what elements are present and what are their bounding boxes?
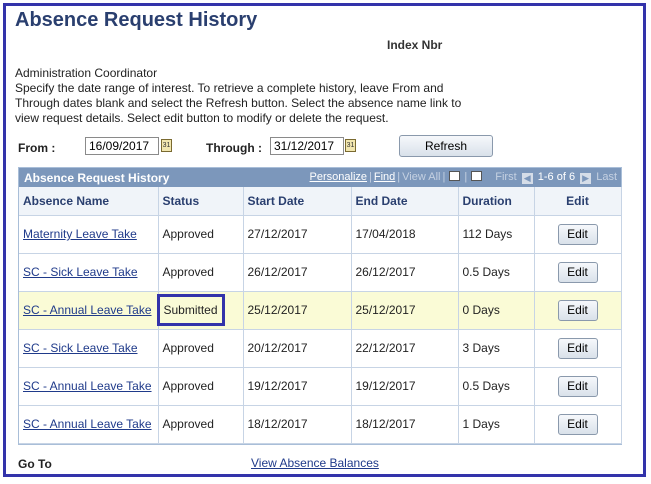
absence-name-cell: SC - Annual Leave Take [19,405,159,444]
edit-button[interactable]: Edit [557,223,598,245]
absence-name-cell: Maternity Leave Take [19,215,159,254]
table-row: SC - Annual Leave Take Submitted 25/12/2… [19,291,622,330]
status-cell: Approved [158,405,244,444]
view-absence-balances-link[interactable]: View Absence Balances [251,456,379,470]
edit-cell: Edit [534,215,622,254]
end-date-cell: 17/04/2018 [351,215,459,254]
edit-button[interactable]: Edit [557,299,598,321]
next-icon[interactable]: ▶ [580,173,592,184]
role-label: Administration Coordinator [15,66,158,80]
from-date-field[interactable] [85,137,159,155]
start-date-cell: 26/12/2017 [243,253,352,292]
absence-name-link[interactable]: Maternity Leave Take [23,227,137,241]
duration-cell: 3 Days [458,329,535,368]
column-header: Edit [534,187,622,216]
first-link[interactable]: First [495,171,516,183]
grid-header: Absence Request History Personalize | Find… [19,168,621,187]
absence-name-link[interactable]: SC - Sick Leave Take [23,265,138,279]
table-row: SC - Sick Leave Take Approved 26/12/2017… [19,253,622,292]
edit-cell: Edit [534,329,622,368]
start-date-cell: 18/12/2017 [243,405,352,444]
start-date-cell: 19/12/2017 [243,367,352,406]
edit-cell: Edit [534,253,622,292]
column-header[interactable]: End Date [351,187,459,216]
find-link[interactable]: Find [374,171,395,183]
from-label: From : [18,141,56,155]
page-title: Absence Request History [15,9,258,31]
absence-name-link[interactable]: SC - Annual Leave Take [23,379,152,393]
start-date-cell: 25/12/2017 [243,291,352,330]
edit-button[interactable]: Edit [557,413,598,435]
calendar-icon[interactable]: 31 [161,139,172,152]
column-header[interactable]: Start Date [243,187,352,216]
grid-title: Absence Request History [24,171,170,185]
table-row: SC - Annual Leave Take Approved 18/12/20… [19,405,622,444]
view-all-link[interactable]: View All [402,171,440,183]
status-cell: Approved [158,215,244,254]
through-label: Through : [206,141,262,155]
goto-label: Go To [18,457,52,471]
column-header[interactable]: Absence Name [19,187,159,216]
zoom-icon[interactable] [449,171,461,181]
duration-cell: 0.5 Days [458,253,535,292]
edit-button[interactable]: Edit [557,337,598,359]
last-link[interactable]: Last [596,171,617,183]
end-date-cell: 22/12/2017 [351,329,459,368]
absence-name-link[interactable]: SC - Sick Leave Take [23,341,138,355]
duration-cell: 0.5 Days [458,367,535,406]
through-date-field[interactable] [270,137,344,155]
edit-button[interactable]: Edit [557,261,598,283]
status-highlight: Submitted [156,294,225,326]
status-cell: Submitted [156,291,244,330]
edit-button[interactable]: Edit [557,375,598,397]
absence-name-link[interactable]: SC - Annual Leave Take [23,417,152,431]
duration-cell: 0 Days [458,291,535,330]
previous-icon[interactable]: ◀ [521,173,533,184]
table-row: Maternity Leave Take Approved 27/12/2017… [19,215,622,254]
status-cell: Approved [158,253,244,292]
start-date-cell: 20/12/2017 [243,329,352,368]
edit-cell: Edit [534,367,622,406]
absence-history-grid: Absence Request History Personalize | Find… [18,167,622,445]
column-header[interactable]: Status [158,187,244,216]
duration-cell: 112 Days [458,215,535,254]
edit-cell: Edit [534,291,622,330]
end-date-cell: 25/12/2017 [351,291,459,330]
absence-name-cell: SC - Sick Leave Take [19,253,159,292]
absence-name-cell: SC - Sick Leave Take [19,329,159,368]
index-nbr-label: Index Nbr [387,38,443,52]
status-cell: Approved [158,329,244,368]
end-date-cell: 26/12/2017 [351,253,459,292]
status-cell: Approved [158,367,244,406]
download-icon[interactable] [471,171,483,181]
absence-name-cell: SC - Annual Leave Take [19,291,159,330]
duration-cell: 1 Days [458,405,535,444]
absence-table: Absence Name Status Start Date End Date … [19,187,622,444]
end-date-cell: 18/12/2017 [351,405,459,444]
column-header[interactable]: Duration [458,187,535,216]
start-date-cell: 27/12/2017 [243,215,352,254]
table-row: SC - Annual Leave Take Approved 19/12/20… [19,367,622,406]
calendar-icon[interactable]: 31 [345,139,356,152]
instructions-text: Specify the date range of interest. To r… [15,81,462,125]
row-range: 1-6 of 6 [537,171,576,183]
end-date-cell: 19/12/2017 [351,367,459,406]
edit-cell: Edit [534,405,622,444]
absence-name-cell: SC - Annual Leave Take [19,367,159,406]
refresh-button[interactable]: Refresh [399,135,493,157]
absence-name-link[interactable]: SC - Annual Leave Take [23,303,152,317]
table-header-row: Absence Name Status Start Date End Date … [19,187,622,216]
personalize-link[interactable]: Personalize [310,171,367,183]
table-row: SC - Sick Leave Take Approved 20/12/2017… [19,329,622,368]
grid-navigation: Personalize | Find | View All | | First ◀ 1-6 … [309,171,617,184]
